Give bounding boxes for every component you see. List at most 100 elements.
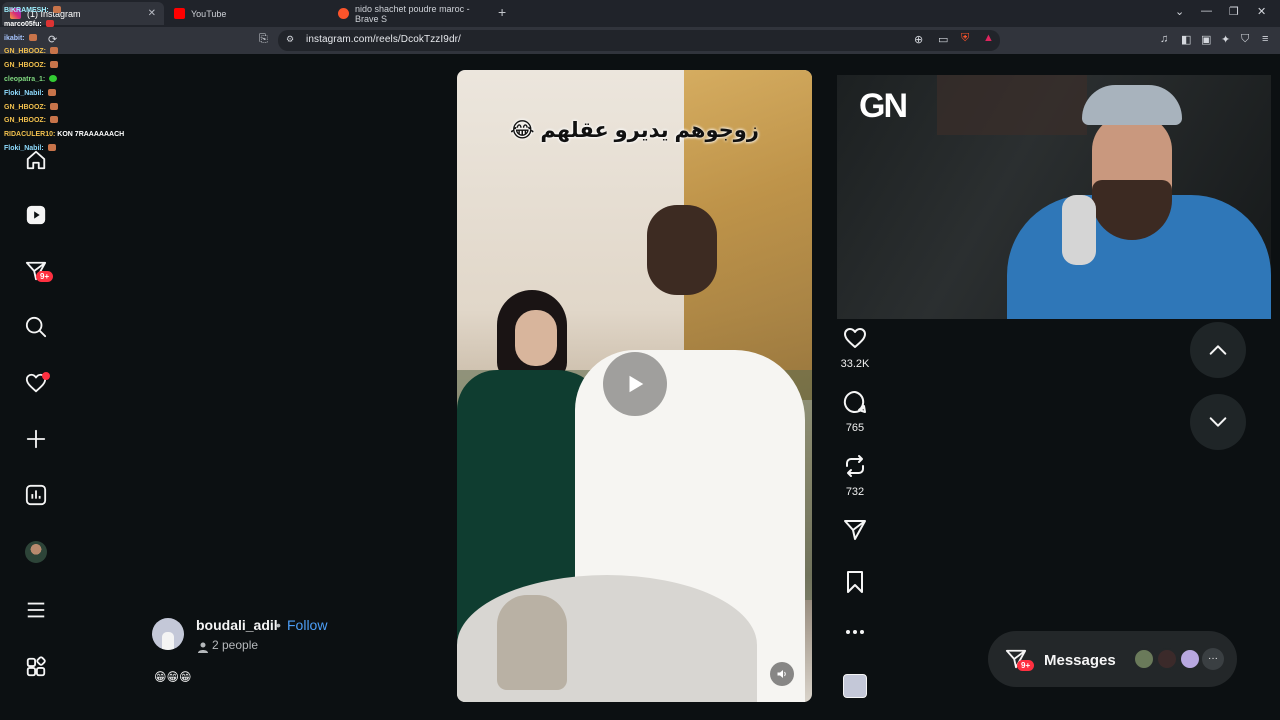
- notification-dot: [42, 372, 50, 380]
- video-scene-person: [647, 205, 717, 295]
- streamer-webcam: GN: [837, 75, 1271, 319]
- profile-avatar-icon: [25, 541, 47, 563]
- search-icon: [25, 316, 47, 338]
- cast-icon[interactable]: ▭: [938, 33, 948, 46]
- tab-brave-search[interactable]: nido shachet poudre maroc - Brave S: [330, 2, 494, 25]
- more-contacts-icon: ···: [1202, 648, 1224, 670]
- sidebar-item-notifications[interactable]: [24, 371, 50, 395]
- repost-action[interactable]: 732: [838, 454, 872, 498]
- mute-button[interactable]: [770, 662, 794, 686]
- more-options-action[interactable]: [838, 622, 872, 647]
- sidebar-item-search[interactable]: [24, 315, 48, 339]
- author-avatar[interactable]: [152, 618, 184, 650]
- chevron-down-icon: [1209, 417, 1227, 427]
- menu-icon[interactable]: ≡: [1262, 33, 1268, 45]
- media-icon[interactable]: ♫: [1160, 33, 1168, 45]
- comment-icon: [843, 390, 866, 413]
- wallet-icon[interactable]: ▣: [1201, 33, 1211, 46]
- save-action[interactable]: [838, 570, 872, 599]
- follow-separator: •: [276, 617, 281, 633]
- follow-button[interactable]: Follow: [287, 617, 327, 633]
- play-button[interactable]: [603, 352, 667, 416]
- chat-message: GN_HBOOZ:: [4, 59, 154, 73]
- sidebar-item-dashboard[interactable]: [24, 483, 48, 507]
- chat-message: GN_HBOOZ:: [4, 45, 154, 59]
- hamburger-menu-icon: [27, 602, 45, 618]
- messages-unread-badge: 9+: [1017, 660, 1035, 671]
- reel-video[interactable]: زوجوهم يديرو عقلهم 😂: [457, 70, 812, 702]
- author-username[interactable]: boudali_adil: [196, 617, 278, 633]
- bookmark-icon[interactable]: ⎘: [259, 33, 268, 46]
- tab-label: YouTube: [191, 8, 227, 19]
- leo-ai-icon[interactable]: ✦: [1221, 33, 1230, 46]
- like-action[interactable]: 33.2K: [838, 326, 872, 370]
- sidebar-item-reels[interactable]: [24, 203, 48, 227]
- audio-thumbnail[interactable]: [843, 674, 867, 698]
- vpn-icon[interactable]: ⛉: [1241, 33, 1249, 46]
- url-text[interactable]: instagram.com/reels/DcokTzzI9dr/: [306, 34, 461, 45]
- sidebar-item-create[interactable]: [24, 427, 48, 451]
- sidebar-item-more[interactable]: [24, 598, 48, 622]
- collaborators-count[interactable]: 2 people: [212, 638, 258, 652]
- chat-message: marco05fu:: [4, 18, 154, 32]
- video-scene-face: [515, 310, 557, 366]
- previous-reel-button[interactable]: [1190, 322, 1246, 378]
- share-action[interactable]: [838, 518, 872, 547]
- chat-message: ikabit:: [4, 32, 154, 46]
- insights-icon: [25, 484, 47, 506]
- tab-youtube[interactable]: YouTube: [166, 2, 328, 25]
- plus-icon: [26, 429, 46, 449]
- sidebar-item-profile[interactable]: [24, 540, 48, 564]
- streamer-logo: GN: [859, 87, 908, 125]
- chat-message: cleopatra_1:: [4, 73, 154, 87]
- reels-icon: [26, 205, 46, 225]
- close-window-button[interactable]: ✕: [1257, 5, 1266, 18]
- next-reel-button[interactable]: [1190, 394, 1246, 450]
- chat-message: Floki_Nabil:: [4, 142, 154, 156]
- chat-message: BIKRAMESH:: [4, 4, 154, 18]
- video-scene-teapot: [497, 595, 567, 690]
- cam-scene-shelf: [937, 75, 1087, 135]
- reel-caption-overlay: زوجوهم يديرو عقلهم 😂: [510, 119, 759, 142]
- apps-grid-icon: [26, 656, 46, 677]
- comment-action[interactable]: 765: [838, 390, 872, 434]
- chat-message: RIDACULER10: KON 7RAAAAAACH: [4, 131, 125, 139]
- contact-avatar: [1156, 648, 1178, 670]
- contact-avatar: [1133, 648, 1155, 670]
- sidebar-item-messages[interactable]: 9+: [24, 259, 54, 283]
- reel-description: 😁😁😁: [154, 670, 192, 684]
- comment-count: 765: [845, 422, 865, 434]
- cam-scene-microphone: [1062, 195, 1096, 265]
- stream-chat-overlay: BIKRAMESH: marco05fu: ikabit: GN_HBOOZ: …: [4, 4, 154, 156]
- send-icon: [844, 520, 866, 540]
- chat-message: Floki_Nabil:: [4, 87, 154, 101]
- youtube-favicon-icon: [174, 8, 185, 19]
- chat-message: GN_HBOOZ:: [4, 114, 154, 128]
- sidebar-item-also-from-meta[interactable]: [24, 655, 48, 679]
- contact-avatar: [1179, 648, 1201, 670]
- chevron-up-icon: [1209, 345, 1227, 355]
- address-bar-row: ⟳ ⎘ ⚙ ⊕ ▭ ⛨ ▲ ♫ ◧ ▣ ✦ ⛉ ≡: [0, 27, 1280, 54]
- cam-scene-cap: [1082, 85, 1182, 125]
- brave-shields-icon[interactable]: ⛨: [961, 32, 969, 45]
- repost-count: 732: [845, 486, 865, 498]
- messages-count-badge: 9+: [36, 271, 54, 282]
- minimize-button[interactable]: —: [1201, 5, 1212, 17]
- like-count: 33.2K: [840, 358, 870, 370]
- browser-tab-bar: (1) Instagram ✕ YouTube nido shachet pou…: [0, 0, 1280, 27]
- repost-icon: [846, 455, 864, 477]
- brave-rewards-icon[interactable]: ▲: [983, 32, 994, 44]
- tab-label: nido shachet poudre maroc - Brave S: [355, 3, 470, 24]
- chat-message: GN_HBOOZ:: [4, 101, 154, 115]
- bookmark-icon: [847, 571, 863, 593]
- person-icon: [198, 640, 208, 658]
- site-info-icon[interactable]: ⚙: [286, 34, 294, 45]
- messages-drawer-button[interactable]: 9+ Messages ···: [988, 631, 1237, 687]
- maximize-button[interactable]: ❐: [1229, 5, 1239, 18]
- more-dots-icon: [846, 630, 864, 634]
- new-tab-button[interactable]: +: [498, 4, 506, 20]
- tab-list-chevron-icon[interactable]: ⌄: [1175, 5, 1184, 18]
- zoom-icon[interactable]: ⊕: [914, 33, 923, 46]
- messages-label: Messages: [1044, 652, 1116, 669]
- sidebar-toggle-icon[interactable]: ◧: [1181, 33, 1191, 46]
